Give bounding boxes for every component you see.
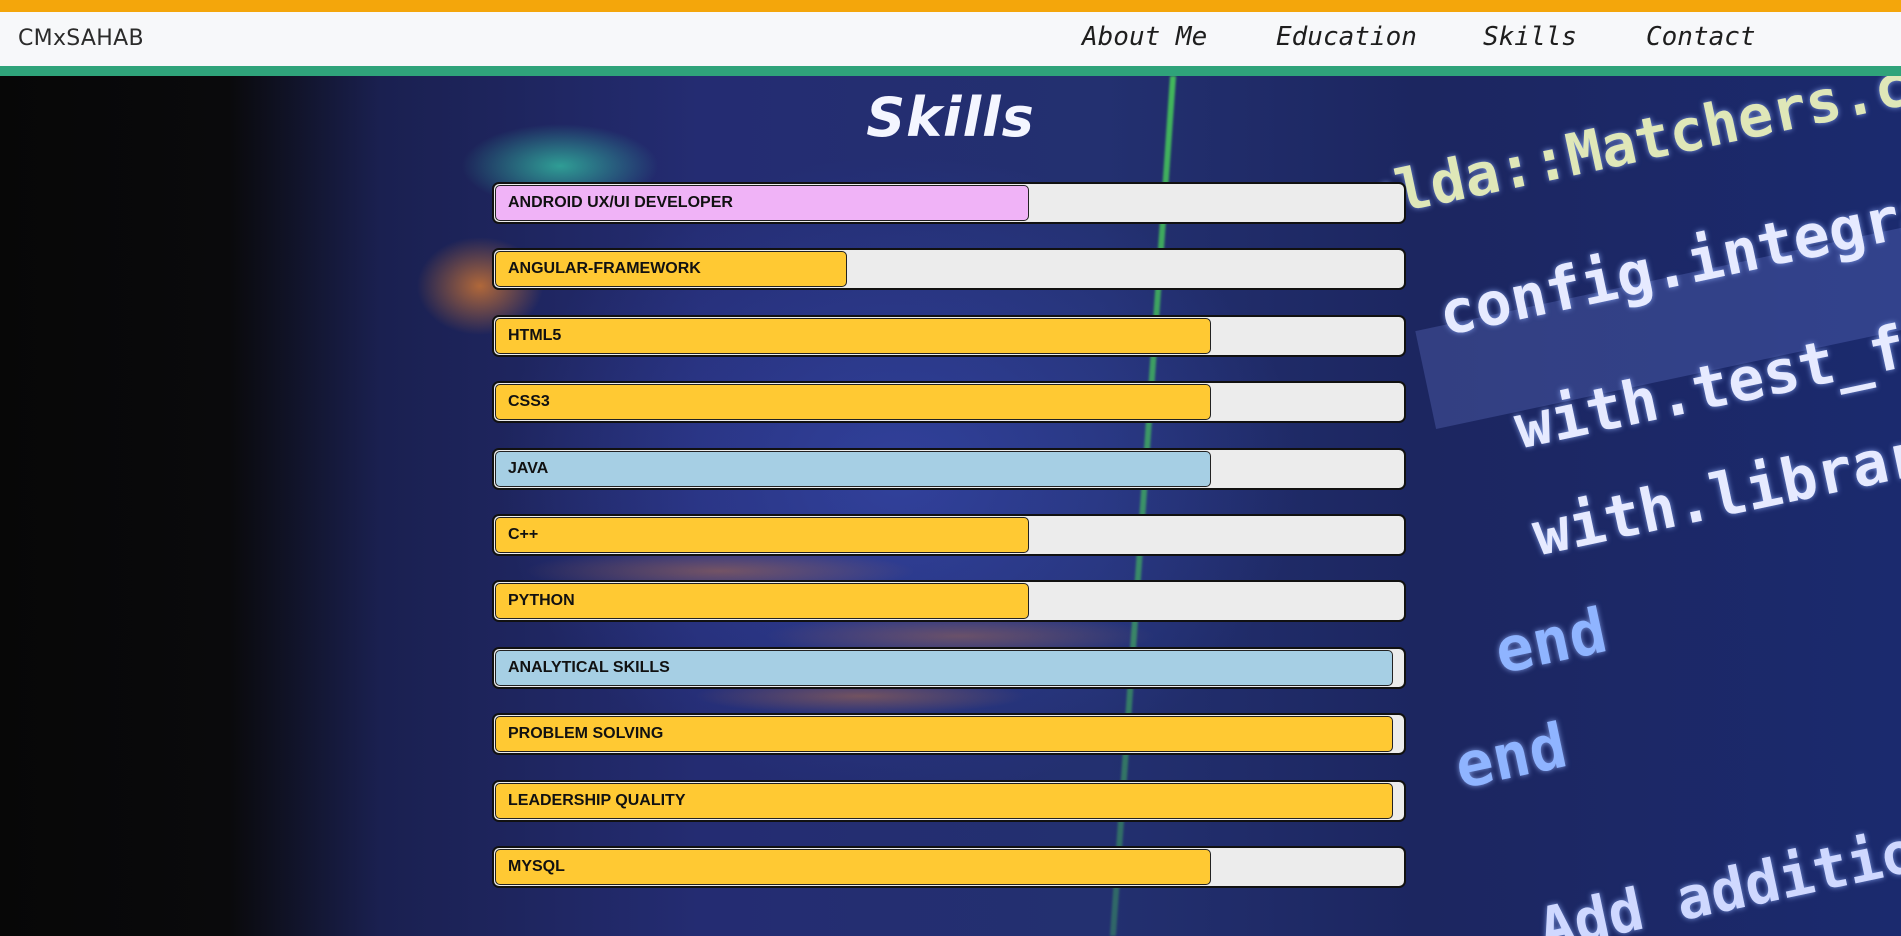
skill-bar-mysql: MYSQL [492,845,1406,888]
background-code-line: end [1448,708,1574,804]
skill-bar-python: PYTHON [492,580,1406,623]
skill-label: MYSQL [508,857,565,875]
skill-label: ANGULAR-FRAMEWORK [508,260,701,278]
navbar: CMxSAHAB About Me Education Skills Conta… [0,12,1901,66]
skill-label: ANDROID UX/UI DEVELOPER [508,194,733,211]
nav-link-skills[interactable]: Skills [1483,22,1577,52]
skill-bar-problem-solving: PROBLEM SOLVING [492,713,1406,756]
nav-link-education[interactable]: Education [1276,22,1417,52]
skill-label: LEADERSHIP QUALITY [508,791,686,809]
skill-bar-fill [495,848,1211,885]
skill-label: PYTHON [508,592,575,610]
background-code-line: Add additio [1532,816,1901,936]
top-accent-stripe [0,0,1901,12]
skill-label: C++ [508,525,539,543]
background-code-line: end [1488,593,1614,689]
skill-bar-fill [495,516,1029,553]
skill-bar-fill [495,384,1211,421]
nav-link-about-me[interactable]: About Me [1082,22,1207,52]
skill-bar-angular: ANGULAR-FRAMEWORK [492,248,1406,291]
skill-bar-fill [495,450,1211,487]
skill-bar-html5: HTML5 [492,314,1406,357]
skill-bar-cpp: C++ [492,513,1406,556]
skill-label: HTML5 [508,326,562,344]
skill-label: ANALYTICAL SKILLS [508,658,670,676]
skill-bar-android-ux-ui: ANDROID UX/UI DEVELOPER [492,182,1406,224]
nav-links: About Me Education Skills Contact [0,22,1901,56]
skill-label: JAVA [508,459,549,477]
skill-bar-java: JAVA [492,447,1406,490]
skill-bar-css3: CSS3 [492,381,1406,424]
bottom-accent-stripe [0,66,1901,76]
skill-bar-fill [495,317,1211,354]
skills-list: ANDROID UX/UI DEVELOPER ANGULAR-FRAMEWOR… [492,182,1406,912]
skill-label: PROBLEM SOLVING [508,725,664,743]
skill-bar-leadership: LEADERSHIP QUALITY [492,779,1406,822]
skills-heading: Skills [866,86,1035,149]
skill-bar-analytical: ANALYTICAL SKILLS [492,646,1406,689]
skill-bar-fill [495,583,1029,620]
skill-label: CSS3 [508,393,550,411]
nav-link-contact[interactable]: Contact [1646,22,1756,52]
